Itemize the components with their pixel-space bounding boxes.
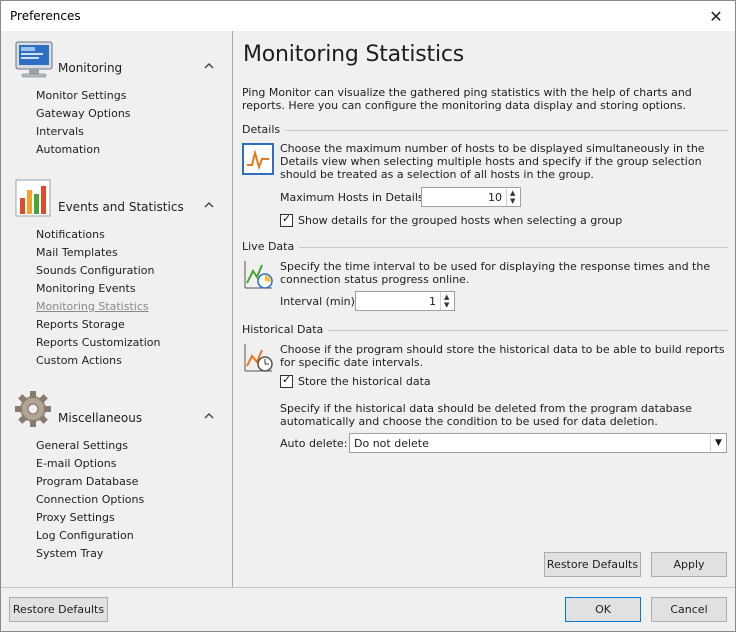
sidebar-item-system-tray[interactable]: System Tray xyxy=(36,545,103,563)
stepper-arrows[interactable]: ▲ ▼ xyxy=(506,188,520,206)
arrow-down-icon[interactable]: ▼ xyxy=(444,302,449,309)
store-historical-label: Store the historical data xyxy=(298,375,431,388)
sidebar-item-gateway-options[interactable]: Gateway Options xyxy=(36,105,131,123)
sidebar-group-events-statistics: Events and Statistics xyxy=(1,178,233,232)
group-title: Monitoring xyxy=(58,61,123,75)
ok-button[interactable]: OK xyxy=(565,597,641,622)
window-title: Preferences xyxy=(10,9,81,23)
interval-stepper[interactable]: 1 ▲ ▼ xyxy=(355,291,455,311)
max-hosts-value: 10 xyxy=(488,191,502,204)
chevron-up-icon[interactable] xyxy=(202,409,216,423)
historical-chart-icon xyxy=(244,344,273,372)
chevron-up-icon[interactable] xyxy=(202,198,216,212)
arrow-up-icon[interactable]: ▲ xyxy=(510,190,515,197)
auto-delete-select[interactable]: Do not delete ▼ xyxy=(349,433,727,453)
bar-chart-icon xyxy=(15,179,51,217)
sidebar-item-log-configuration[interactable]: Log Configuration xyxy=(36,527,134,545)
sidebar-group-miscellaneous: Miscellaneous xyxy=(1,389,233,443)
grouped-hosts-label: Show details for the grouped hosts when … xyxy=(298,214,623,227)
apply-button[interactable]: Apply xyxy=(651,552,727,577)
sidebar-item-monitoring-events[interactable]: Monitoring Events xyxy=(36,280,136,298)
section-divider xyxy=(328,329,728,331)
sidebar-group-header[interactable]: Monitoring xyxy=(1,39,233,93)
close-button[interactable]: ✕ xyxy=(697,1,735,31)
sidebar-item-connection-options[interactable]: Connection Options xyxy=(36,491,144,509)
store-historical-checkbox[interactable] xyxy=(280,373,293,388)
page-title: Monitoring Statistics xyxy=(243,42,465,67)
sidebar-group-header[interactable]: Miscellaneous xyxy=(1,389,233,443)
auto-delete-value: Do not delete xyxy=(354,437,429,450)
sidebar-item-proxy-settings[interactable]: Proxy Settings xyxy=(36,509,115,527)
monitor-icon xyxy=(15,41,53,78)
content-panel: Monitoring Statistics Ping Monitor can v… xyxy=(234,31,735,587)
intro-text: Ping Monitor can visualize the gathered … xyxy=(242,86,692,112)
cancel-button[interactable]: Cancel xyxy=(651,597,727,622)
max-hosts-stepper[interactable]: 10 ▲ ▼ xyxy=(421,187,521,207)
historical-description: Choose if the program should store the h… xyxy=(280,343,725,369)
footer-bar: Restore Defaults OK Cancel xyxy=(1,587,735,631)
max-hosts-label: Maximum Hosts in Details: xyxy=(280,191,428,204)
sidebar-group-monitoring: Monitoring xyxy=(1,39,233,93)
auto-delete-description: Specify if the historical data should be… xyxy=(280,402,692,428)
stepper-arrows[interactable]: ▲ ▼ xyxy=(440,292,454,310)
arrow-down-icon[interactable]: ▼ xyxy=(510,198,515,205)
restore-defaults-button[interactable]: Restore Defaults xyxy=(9,597,108,622)
arrow-up-icon[interactable]: ▲ xyxy=(444,294,449,301)
sidebar-item-automation[interactable]: Automation xyxy=(36,141,100,159)
sidebar-item-reports-storage[interactable]: Reports Storage xyxy=(36,316,125,334)
sidebar-item-email-options[interactable]: E-mail Options xyxy=(36,455,116,473)
grouped-hosts-checkbox[interactable] xyxy=(280,212,293,227)
live-description: Specify the time interval to be used for… xyxy=(280,260,711,286)
sidebar-group-header[interactable]: Events and Statistics xyxy=(1,178,233,232)
sidebar-item-mail-templates[interactable]: Mail Templates xyxy=(36,244,118,262)
title-bar: Preferences ✕ xyxy=(1,1,735,31)
sidebar-item-monitoring-statistics[interactable]: Monitoring Statistics xyxy=(36,298,149,316)
section-heading-label: Historical Data xyxy=(242,323,324,336)
sidebar: Monitoring Monitor Settings Gateway Opti… xyxy=(1,31,233,587)
interval-value: 1 xyxy=(429,295,436,308)
sidebar-item-custom-actions[interactable]: Custom Actions xyxy=(36,352,122,370)
preferences-window: Preferences ✕ Monitoring Monitor Setting… xyxy=(0,0,736,632)
restore-defaults-page-button[interactable]: Restore Defaults xyxy=(544,552,641,577)
section-live-heading: Live Data xyxy=(242,240,728,253)
section-divider xyxy=(299,246,728,248)
sidebar-item-general-settings[interactable]: General Settings xyxy=(36,437,128,455)
details-chart-icon xyxy=(242,143,274,175)
group-title: Events and Statistics xyxy=(58,200,184,214)
chevron-down-icon[interactable]: ▼ xyxy=(710,434,726,452)
group-title: Miscellaneous xyxy=(58,411,143,425)
store-historical-checkbox-row[interactable]: Store the historical data xyxy=(280,373,431,388)
section-divider xyxy=(285,129,728,131)
sidebar-item-intervals[interactable]: Intervals xyxy=(36,123,84,141)
live-chart-icon xyxy=(244,261,273,289)
grouped-hosts-checkbox-row[interactable]: Show details for the grouped hosts when … xyxy=(280,212,623,227)
section-heading-label: Live Data xyxy=(242,240,295,253)
sidebar-item-monitor-settings[interactable]: Monitor Settings xyxy=(36,87,126,105)
details-description: Choose the maximum number of hosts to be… xyxy=(280,142,705,181)
sidebar-item-reports-customization[interactable]: Reports Customization xyxy=(36,334,160,352)
section-historical-heading: Historical Data xyxy=(242,323,728,336)
gear-icon xyxy=(15,391,51,427)
sidebar-item-notifications[interactable]: Notifications xyxy=(36,226,105,244)
close-icon: ✕ xyxy=(709,6,723,26)
section-details-heading: Details xyxy=(242,123,728,136)
section-heading-label: Details xyxy=(242,123,281,136)
sidebar-item-program-database[interactable]: Program Database xyxy=(36,473,138,491)
auto-delete-label: Auto delete: xyxy=(280,437,348,450)
chevron-up-icon[interactable] xyxy=(202,59,216,73)
interval-label: Interval (min): xyxy=(280,295,359,308)
sidebar-item-sounds-configuration[interactable]: Sounds Configuration xyxy=(36,262,154,280)
